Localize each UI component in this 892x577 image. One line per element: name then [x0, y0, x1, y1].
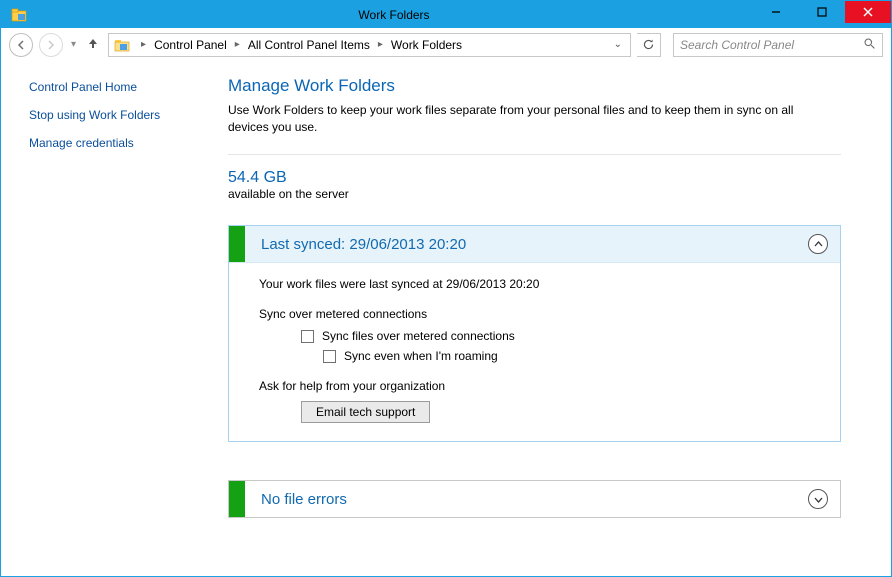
back-button[interactable]: [9, 33, 33, 57]
sync-panel-header[interactable]: Last synced: 29/06/2013 20:20: [229, 226, 840, 262]
chevron-right-icon: ▸: [374, 39, 387, 50]
search-input[interactable]: Search Control Panel: [673, 33, 883, 57]
up-button[interactable]: [84, 36, 102, 53]
errors-panel: No file errors: [228, 480, 841, 518]
crumb-control-panel[interactable]: Control Panel: [152, 38, 229, 52]
crumb-all-items[interactable]: All Control Panel Items: [246, 38, 372, 52]
metered-checkbox-row[interactable]: Sync files over metered connections: [301, 329, 822, 343]
status-stripe-ok: [229, 481, 245, 517]
help-group-title: Ask for help from your organization: [259, 379, 822, 393]
sidebar: Control Panel Home Stop using Work Folde…: [1, 62, 216, 576]
page-heading: Manage Work Folders: [228, 76, 841, 96]
search-icon: [863, 37, 876, 53]
storage-subtext: available on the server: [228, 187, 841, 201]
sync-status-panel: Last synced: 29/06/2013 20:20 Your work …: [228, 225, 841, 442]
roaming-checkbox-label: Sync even when I'm roaming: [344, 349, 498, 363]
last-synced-text: Your work files were last synced at 29/0…: [259, 277, 822, 291]
email-tech-support-button[interactable]: Email tech support: [301, 401, 430, 423]
search-placeholder: Search Control Panel: [680, 38, 863, 52]
window-title: Work Folders: [35, 8, 753, 22]
sidebar-home-link[interactable]: Control Panel Home: [29, 80, 204, 94]
maximize-button[interactable]: [799, 1, 845, 23]
breadcrumb-dropdown-icon[interactable]: ⌄: [610, 39, 626, 50]
content: Manage Work Folders Use Work Folders to …: [216, 62, 891, 576]
minimize-button[interactable]: [753, 1, 799, 23]
sidebar-credentials-link[interactable]: Manage credentials: [29, 136, 204, 150]
recent-dropdown-icon[interactable]: ▾: [69, 39, 78, 50]
checkbox-icon[interactable]: [301, 330, 314, 343]
app-icon: [9, 5, 29, 25]
page-description: Use Work Folders to keep your work files…: [228, 102, 841, 136]
chevron-right-icon: ▸: [137, 39, 150, 50]
navbar: ▾ ▸ Control Panel ▸ All Control Panel It…: [1, 28, 891, 62]
titlebar: Work Folders: [1, 1, 891, 28]
chevron-up-icon[interactable]: [808, 234, 828, 254]
folder-icon: [113, 36, 131, 54]
window-controls: [753, 1, 891, 28]
sidebar-stop-link[interactable]: Stop using Work Folders: [29, 108, 204, 122]
window: Work Folders ▾ ▸: [0, 0, 892, 577]
breadcrumb[interactable]: ▸ Control Panel ▸ All Control Panel Item…: [108, 33, 631, 57]
chevron-right-icon: ▸: [231, 39, 244, 50]
chevron-down-icon[interactable]: [808, 489, 828, 509]
errors-panel-header[interactable]: No file errors: [229, 481, 840, 517]
metered-group-title: Sync over metered connections: [259, 307, 822, 321]
storage-value: 54.4 GB: [228, 169, 841, 187]
errors-panel-title: No file errors: [245, 491, 808, 508]
checkbox-icon[interactable]: [323, 350, 336, 363]
status-stripe-ok: [229, 226, 245, 262]
sync-panel-body: Your work files were last synced at 29/0…: [229, 262, 840, 441]
divider: [228, 154, 841, 155]
refresh-button[interactable]: [637, 33, 661, 57]
forward-button[interactable]: [39, 33, 63, 57]
close-button[interactable]: [845, 1, 891, 23]
roaming-checkbox-row[interactable]: Sync even when I'm roaming: [323, 349, 822, 363]
crumb-work-folders[interactable]: Work Folders: [389, 38, 464, 52]
sync-panel-title: Last synced: 29/06/2013 20:20: [245, 236, 808, 253]
body: Control Panel Home Stop using Work Folde…: [1, 62, 891, 576]
metered-checkbox-label: Sync files over metered connections: [322, 329, 515, 343]
